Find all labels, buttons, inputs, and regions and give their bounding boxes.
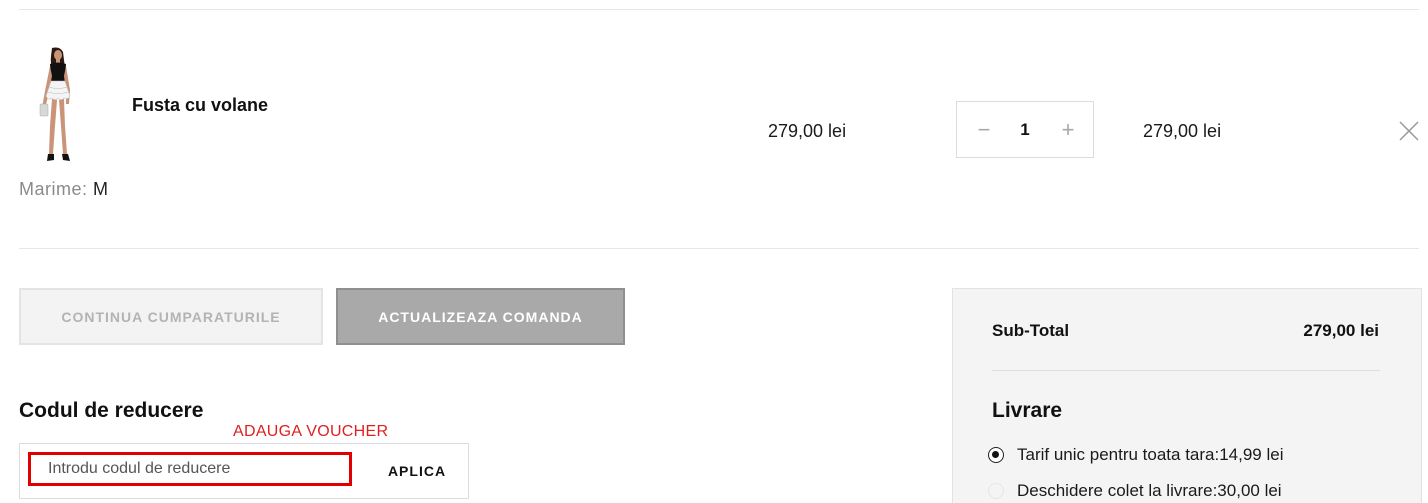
unit-price: 279,00 lei [768, 121, 847, 141]
size-label: Marime: [19, 179, 88, 199]
summary-divider [992, 370, 1380, 371]
subtotal-value: 279,00 lei [1303, 321, 1379, 340]
radio-selected-icon[interactable] [988, 447, 1004, 463]
shipping-option-label: Tarif unic pentru toata tara:14,99 lei [1017, 445, 1284, 464]
apply-voucher-button[interactable]: APLICA [372, 452, 462, 490]
size-value: M [93, 179, 109, 199]
update-order-button[interactable]: ACTUALIZEAZA COMANDA [336, 288, 625, 345]
top-divider [19, 9, 1419, 10]
line-total: 279,00 lei [1143, 121, 1222, 141]
radio-unselected-icon[interactable] [988, 483, 1004, 499]
shipping-option-open-package[interactable]: Deschidere colet la livrare:30,00 lei [988, 481, 1282, 501]
increase-quantity-button[interactable]: + [1045, 102, 1091, 157]
quantity-value[interactable]: 1 [1003, 120, 1047, 140]
voucher-input[interactable] [28, 452, 352, 486]
subtotal-label: Sub-Total [992, 321, 1070, 340]
voucher-annotation: ADAUGA VOUCHER [233, 423, 389, 440]
continue-shopping-button[interactable]: CONTINUA CUMPARATURILE [19, 288, 323, 345]
product-thumbnail[interactable] [30, 46, 82, 166]
product-name[interactable]: Fusta cu volane [132, 95, 268, 116]
remove-item-icon[interactable] [1398, 120, 1420, 142]
shipping-option-flat-rate[interactable]: Tarif unic pentru toata tara:14,99 lei [988, 445, 1284, 465]
plus-icon: + [1061, 116, 1075, 142]
cart-divider [19, 248, 1419, 249]
voucher-form: APLICA [19, 443, 469, 499]
decrease-quantity-button[interactable]: − [961, 102, 1007, 157]
quantity-stepper: − 1 + [956, 101, 1094, 158]
discount-title: Codul de reducere [19, 399, 204, 422]
minus-icon: − [977, 116, 991, 142]
order-summary: Sub-Total 279,00 lei Livrare Tarif unic … [952, 288, 1422, 503]
product-size: Marime: M [19, 179, 109, 200]
shipping-title: Livrare [992, 399, 1063, 422]
shipping-option-label: Deschidere colet la livrare:30,00 lei [1017, 481, 1282, 500]
